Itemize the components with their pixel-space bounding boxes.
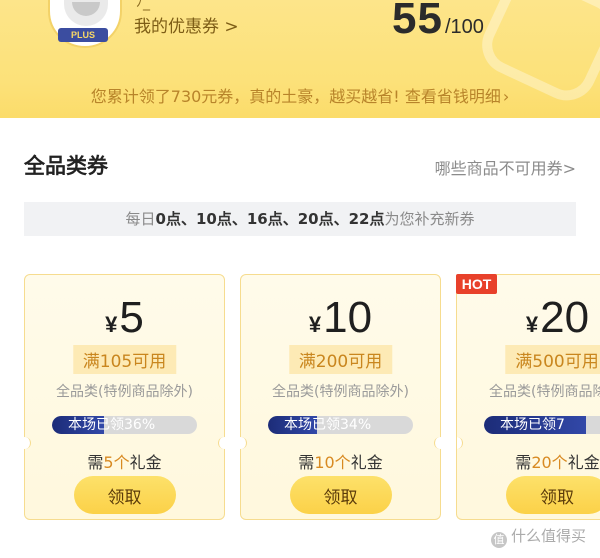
- refresh-times: 0点、10点、16点、20点、22点: [155, 210, 385, 228]
- member-header: PLUS ﾉ_ 我的优惠券 > 55/100 您累计领了730元券，真的土豪，越…: [0, 0, 600, 118]
- unavailable-products-link[interactable]: 哪些商品不可用券>: [435, 155, 576, 179]
- watermark-icon: 值: [490, 532, 507, 548]
- gift-suffix: 礼金: [567, 453, 600, 472]
- threshold-label: 满105可用: [72, 345, 177, 374]
- coupon-card: ¥5 满105可用 全品类(特例商品除外) 本场已领36% 需5个礼金 领取: [19, 274, 230, 520]
- progress-text: 本场已领34%: [284, 417, 372, 433]
- watermark: 值什么值得买: [490, 525, 586, 548]
- coupon-amount: ¥10: [241, 293, 440, 343]
- savings-detail-link[interactable]: 查看省钱明细: [405, 87, 501, 106]
- gift-count: 5个: [103, 453, 130, 472]
- scope-label: 全品类(特例商品除外): [56, 384, 193, 400]
- section-title: 全品类券: [24, 154, 108, 178]
- gift-count: 10个: [314, 453, 351, 472]
- gift-requirement: 需20个礼金: [457, 449, 600, 473]
- card-notch: [434, 437, 446, 449]
- refresh-schedule-bar: 每日0点、10点、16点、20点、22点为您补充新券: [24, 202, 576, 236]
- all-category-coupons-section: 全品类券 哪些商品不可用券> 每日0点、10点、16点、20点、22点为您补充新…: [0, 118, 600, 558]
- amount-value: 10: [323, 293, 373, 342]
- avatar-icon: [64, 0, 108, 26]
- claimed-progress-bar: 本场已领34%: [268, 416, 413, 434]
- gift-requirement: 需5个礼金: [25, 449, 224, 473]
- currency-symbol: ¥: [105, 312, 118, 337]
- progress-text: 本场已领36%: [68, 417, 156, 433]
- coupon-card: ¥10 满200可用 全品类(特例商品除外) 本场已领34% 需10个礼金 领取: [235, 274, 446, 520]
- score-value: 55: [392, 0, 443, 43]
- progress-text: 本场已领7: [500, 417, 565, 433]
- chevron-right-icon: ›: [502, 87, 510, 106]
- watermark-text: 什么值得买: [510, 527, 586, 545]
- currency-symbol: ¥: [308, 312, 322, 337]
- scope-label: 全品类(特例商品除外): [272, 384, 409, 400]
- gift-prefix: 需: [87, 453, 104, 472]
- gift-prefix: 需: [515, 453, 532, 472]
- threshold-label: 满200可用: [288, 345, 393, 374]
- claim-button[interactable]: 领取: [506, 476, 600, 514]
- coupon-amount: ¥20: [457, 293, 600, 343]
- gift-suffix: 礼金: [129, 453, 162, 472]
- currency-symbol: ¥: [525, 312, 539, 337]
- coupon-amount: ¥5: [25, 293, 224, 343]
- coupon-card: ¥20 满500可用 全品类(特例商品除外) 本场已领7 需20个礼金 领取: [456, 274, 600, 520]
- gift-requirement: 需10个礼金: [241, 449, 440, 473]
- amount-value: 20: [540, 293, 590, 342]
- scope-label: 全品类(特例商品除外): [489, 384, 600, 400]
- amount-value: 5: [119, 293, 144, 342]
- card-notch: [235, 437, 247, 449]
- refresh-prefix: 每日: [125, 210, 156, 228]
- gift-suffix: 礼金: [350, 453, 383, 472]
- claimed-progress-bar: 本场已领7: [484, 416, 600, 434]
- claim-button[interactable]: 领取: [289, 476, 392, 514]
- user-name: ﾉ_: [136, 0, 150, 11]
- score-display: 55/100: [392, 0, 484, 44]
- claimed-progress-bar: 本场已领36%: [52, 416, 197, 434]
- threshold-label: 满500可用: [505, 345, 600, 374]
- refresh-suffix: 为您补充新券: [384, 210, 475, 228]
- hot-badge: HOT: [456, 274, 497, 294]
- my-coupons-link[interactable]: 我的优惠券 >: [134, 12, 239, 37]
- card-notch: [218, 437, 230, 449]
- score-total: /100: [444, 16, 484, 38]
- gift-count: 20个: [531, 453, 568, 472]
- savings-summary[interactable]: 您累计领了730元券，真的土豪，越买越省! 查看省钱明细 ›: [0, 80, 600, 114]
- plus-badge: PLUS: [58, 28, 108, 42]
- card-notch: [19, 437, 31, 449]
- gift-prefix: 需: [298, 453, 315, 472]
- savings-summary-text: 您累计领了730元券，真的土豪，越买越省!: [90, 87, 405, 106]
- card-notch: [457, 437, 463, 449]
- claim-button[interactable]: 领取: [73, 476, 176, 514]
